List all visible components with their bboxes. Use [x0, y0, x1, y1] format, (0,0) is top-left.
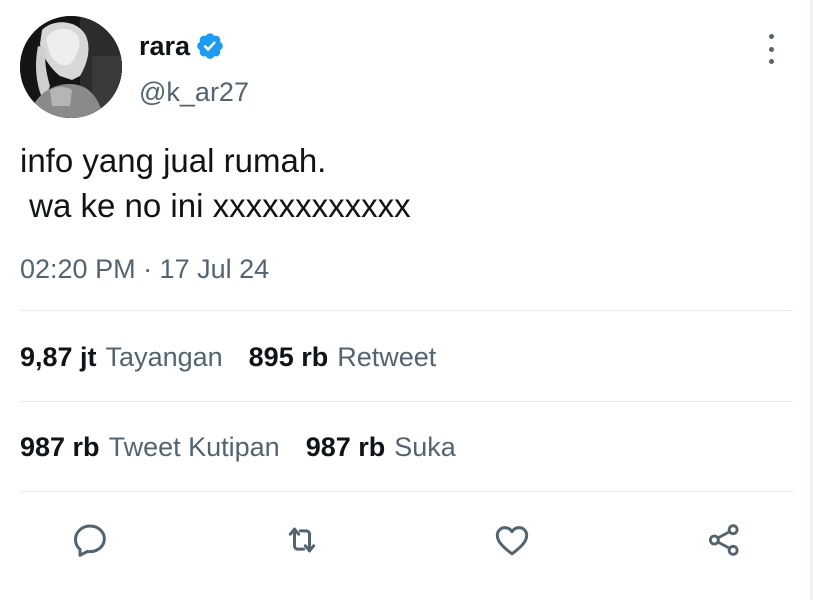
retweets-label: Retweet [337, 341, 437, 372]
quotes-stat[interactable]: 987 rb Tweet Kutipan [20, 432, 280, 463]
more-dot [768, 59, 774, 64]
verified-badge-icon [195, 31, 225, 61]
divider [20, 491, 793, 492]
share-button[interactable] [703, 519, 745, 561]
like-button[interactable] [491, 519, 533, 561]
reply-button[interactable] [69, 519, 111, 561]
retweets-stat[interactable]: 895 rb Retweet [249, 342, 437, 373]
stats-row-1: 9,87 jt Tayangan 895 rb Retweet [20, 337, 436, 377]
tweet-text: info yang jual rumah. wa ke no ini xxxxx… [20, 138, 780, 228]
divider [20, 401, 793, 402]
share-icon [708, 524, 739, 556]
retweet-icon [288, 527, 316, 553]
like-icon [495, 526, 529, 556]
quotes-count: 987 rb [20, 431, 100, 462]
tweet-detail: rara @k_ar27 info yang jual rumah. wa ke… [0, 0, 813, 600]
quotes-label: Tweet Kutipan [108, 431, 280, 462]
divider [20, 310, 793, 311]
display-name[interactable]: rara [139, 26, 190, 66]
likes-count: 987 rb [305, 431, 386, 462]
retweet-button[interactable] [281, 519, 323, 561]
profile-photo-icon [20, 16, 122, 118]
user-handle[interactable]: @k_ar27 [139, 72, 249, 112]
more-dot [768, 34, 774, 39]
more-options-icon[interactable] [758, 34, 784, 64]
stats-row-2: 987 rb Tweet Kutipan 987 rb Suka [20, 427, 456, 467]
tweet-timestamp[interactable]: 02:20 PM · 17 Jul 24 [20, 251, 269, 287]
views-stat[interactable]: 9,87 jt Tayangan [20, 342, 223, 373]
avatar[interactable] [20, 16, 122, 118]
more-dot [768, 46, 774, 52]
reply-icon [74, 524, 106, 557]
views-label: Tayangan [105, 341, 223, 372]
views-count: 9,87 jt [20, 341, 97, 372]
retweets-count: 895 rb [248, 341, 329, 372]
tweet-text-line: info yang jual rumah. [20, 142, 327, 179]
tweet-text-line: wa ke no ini xxxxxxxxxxxx [20, 187, 411, 224]
likes-stat[interactable]: 987 rb Suka [306, 432, 456, 463]
user-name-row: rara [139, 26, 225, 66]
likes-label: Suka [394, 431, 456, 462]
